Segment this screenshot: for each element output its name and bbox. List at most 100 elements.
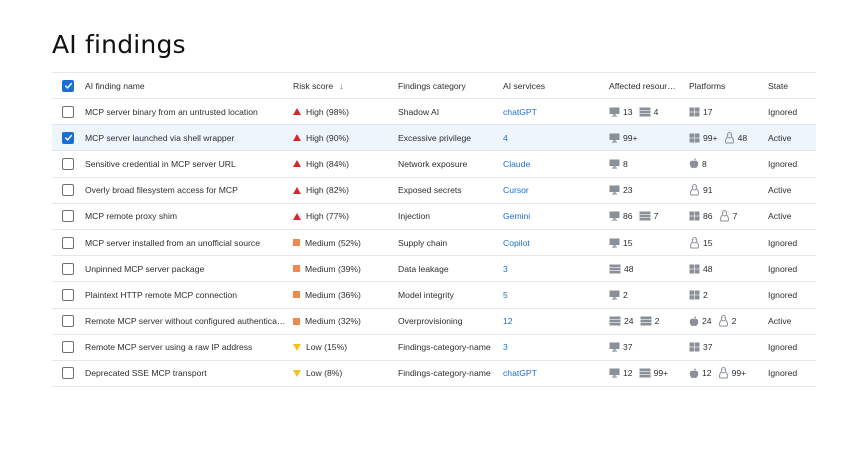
platform-count: 86	[689, 211, 713, 221]
page-title: AI findings	[52, 30, 186, 59]
ai-service: Gemini	[503, 204, 603, 229]
risk-score-text: High (90%)	[306, 132, 349, 143]
finding-name[interactable]: MCP remote proxy shim	[85, 204, 285, 229]
risk-score-text: Medium (32%)	[305, 316, 361, 327]
row-checkbox[interactable]	[62, 236, 74, 249]
state-text: Ignored	[768, 368, 798, 379]
ai-service-link[interactable]: chatGPT	[503, 368, 537, 378]
sort-descending-icon[interactable]: ↓	[339, 81, 344, 91]
state-text: Ignored	[768, 158, 798, 169]
table-row[interactable]: Sensitive credential in MCP server URL Hi…	[52, 151, 816, 178]
risk-medium-icon	[293, 265, 300, 273]
ai-service-link[interactable]: Gemini	[503, 211, 530, 221]
platform-count: 48	[689, 264, 713, 274]
platform-count-text: 12	[702, 368, 712, 379]
table-row[interactable]: Remote MCP server using a raw IP address…	[52, 335, 816, 361]
ai-service-link[interactable]: Copilot	[503, 238, 530, 248]
resource-count-text: 37	[623, 342, 633, 353]
ai-service-link[interactable]: 4	[503, 133, 508, 143]
row-checkbox[interactable]	[62, 367, 74, 380]
finding-name[interactable]: Remote MCP server without configured aut…	[85, 309, 285, 334]
row-checkbox[interactable]	[62, 210, 74, 223]
resource-count-text: 15	[623, 237, 633, 248]
finding-name[interactable]: Overly broad filesystem access for MCP	[85, 178, 285, 203]
row-checkbox[interactable]	[62, 184, 74, 197]
table-row[interactable]: MCP server installed from an unofficial …	[52, 230, 816, 257]
table-row[interactable]: MCP server launched via shell wrapper Hig…	[52, 125, 816, 152]
finding-name[interactable]: MCP server binary from an untrusted loca…	[85, 99, 285, 124]
platforms: 99+ 48	[689, 125, 765, 150]
row-checkbox[interactable]	[62, 131, 74, 144]
ai-service-link[interactable]: 12	[503, 316, 513, 326]
finding-name[interactable]: Deprecated SSE MCP transport	[85, 361, 285, 386]
platforms: 48	[689, 256, 765, 281]
finding-name[interactable]: Remote MCP server using a raw IP address	[85, 335, 285, 360]
table-row[interactable]: Deprecated SSE MCP transport Low (8%) Find…	[52, 361, 816, 388]
platform-count-text: 86	[703, 211, 713, 222]
column-header-name[interactable]: AI finding name	[85, 73, 285, 98]
select-all-checkbox[interactable]	[62, 79, 74, 92]
resource-count: 2	[640, 316, 659, 326]
server-icon	[639, 211, 651, 221]
resource-count: 48	[609, 264, 634, 274]
state-text: Active	[768, 132, 792, 143]
row-checkbox[interactable]	[62, 341, 74, 354]
row-checkbox[interactable]	[62, 105, 74, 118]
finding-name-text: MCP server installed from an unofficial …	[85, 237, 260, 248]
findings-category-text: Findings-category-name	[398, 342, 491, 353]
table-row[interactable]: MCP server binary from an untrusted loca…	[52, 99, 816, 126]
column-header-risk[interactable]: Risk score ↓	[293, 73, 393, 98]
finding-name[interactable]: MCP server launched via shell wrapper	[85, 125, 285, 150]
findings-category-text: Supply chain	[398, 237, 448, 248]
platform-count-text: 8	[702, 158, 707, 169]
column-header-resources[interactable]: Affected resour…	[609, 73, 685, 98]
state: Active	[768, 309, 816, 334]
monitor-icon	[609, 211, 620, 221]
finding-name[interactable]: Unpinned MCP server package	[85, 256, 285, 281]
ai-service: chatGPT	[503, 361, 603, 386]
row-checkbox[interactable]	[62, 288, 74, 301]
risk-score: Low (8%)	[293, 361, 393, 386]
finding-name[interactable]: Sensitive credential in MCP server URL	[85, 151, 285, 176]
finding-name[interactable]: Plaintext HTTP remote MCP connection	[85, 282, 285, 307]
table-row[interactable]: Overly broad filesystem access for MCP Hi…	[52, 178, 816, 204]
column-header-platforms[interactable]: Platforms	[689, 73, 765, 98]
ai-service: 5	[503, 282, 603, 307]
platform-count-text: 7	[732, 211, 738, 222]
ai-service-link[interactable]: chatGPT	[503, 107, 537, 117]
table-row[interactable]: Plaintext HTTP remote MCP connection Medi…	[52, 282, 816, 309]
platform-count-text: 48	[703, 263, 713, 274]
column-header-services[interactable]: AI services	[503, 73, 603, 98]
affected-resources: 12 99+	[609, 361, 685, 386]
finding-name-text: Remote MCP server using a raw IP address	[85, 342, 253, 353]
table-row[interactable]: MCP remote proxy shim High (77%) Injection…	[52, 204, 816, 230]
resource-count-text: 12	[623, 368, 633, 379]
column-header-category[interactable]: Findings category	[398, 73, 498, 98]
row-checkbox[interactable]	[62, 262, 74, 275]
platform-count: 8	[689, 158, 707, 169]
platform-count: 37	[689, 342, 713, 352]
row-checkbox[interactable]	[62, 157, 74, 170]
resource-count-text: 4	[653, 106, 659, 117]
risk-score: Medium (39%)	[293, 256, 393, 281]
ai-service-link[interactable]: 3	[503, 342, 508, 352]
table-row[interactable]: Remote MCP server without configured aut…	[52, 309, 816, 335]
resource-count: 23	[609, 185, 633, 195]
risk-score-text: High (84%)	[306, 158, 349, 169]
column-header-state[interactable]: State	[768, 73, 816, 98]
ai-service-link[interactable]: 3	[503, 264, 508, 274]
ai-service-link[interactable]: 5	[503, 290, 508, 300]
risk-score-text: Low (8%)	[306, 368, 343, 379]
table-row[interactable]: Unpinned MCP server package Medium (39%) D…	[52, 256, 816, 283]
finding-name[interactable]: MCP server installed from an unofficial …	[85, 230, 285, 255]
risk-medium-icon	[293, 317, 300, 325]
resource-count-text: 7	[653, 211, 659, 222]
risk-high-icon	[293, 108, 301, 116]
findings-category: Data leakage	[398, 256, 498, 281]
ai-service-link[interactable]: Claude	[503, 159, 530, 169]
row-checkbox[interactable]	[62, 315, 74, 328]
monitor-icon	[609, 368, 620, 379]
ai-service-link[interactable]: Cursor	[503, 185, 529, 195]
platforms: 91	[689, 178, 765, 203]
findings-category: Model integrity	[398, 282, 498, 307]
